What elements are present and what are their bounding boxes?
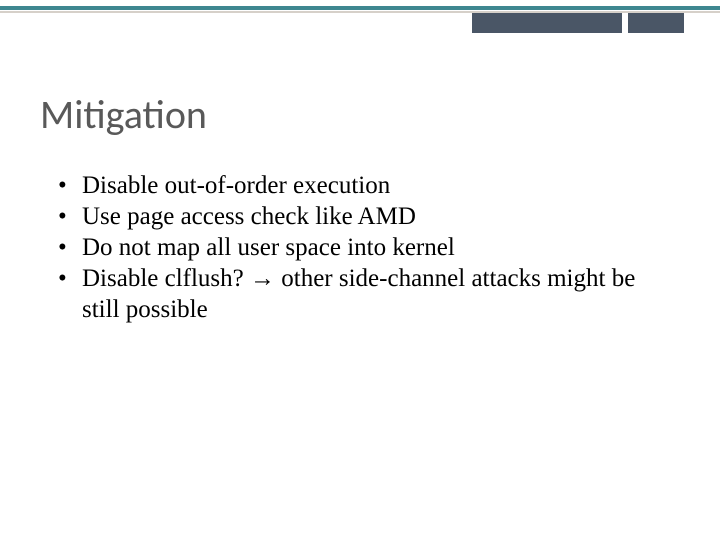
slide-content: • Disable out-of-order execution • Use p… xyxy=(52,170,670,325)
slide-title: Mitigation xyxy=(40,90,680,139)
bullet-text: Do not map all user space into kernel xyxy=(82,234,455,261)
bullet-text: Disable clflush? → other side-channel at… xyxy=(82,265,635,323)
accent-block-2 xyxy=(628,13,684,33)
accent-blocks xyxy=(472,13,684,33)
accent-block-1 xyxy=(472,13,622,33)
list-item: • Use page access check like AMD xyxy=(52,201,670,232)
bullet-icon: • xyxy=(58,263,67,294)
top-rule-main xyxy=(0,6,720,10)
list-item: • Disable clflush? → other side-channel … xyxy=(52,263,670,325)
top-rule xyxy=(0,6,720,13)
list-item: • Do not map all user space into kernel xyxy=(52,232,670,263)
bullet-icon: • xyxy=(58,232,67,263)
bullet-text: Disable out-of-order execution xyxy=(82,172,390,199)
bullet-list: • Disable out-of-order execution • Use p… xyxy=(52,170,670,325)
slide: Mitigation • Disable out-of-order execut… xyxy=(0,0,720,540)
bullet-icon: • xyxy=(58,201,67,232)
list-item: • Disable out-of-order execution xyxy=(52,170,670,201)
bullet-text: Use page access check like AMD xyxy=(82,203,416,230)
bullet-icon: • xyxy=(58,170,67,201)
